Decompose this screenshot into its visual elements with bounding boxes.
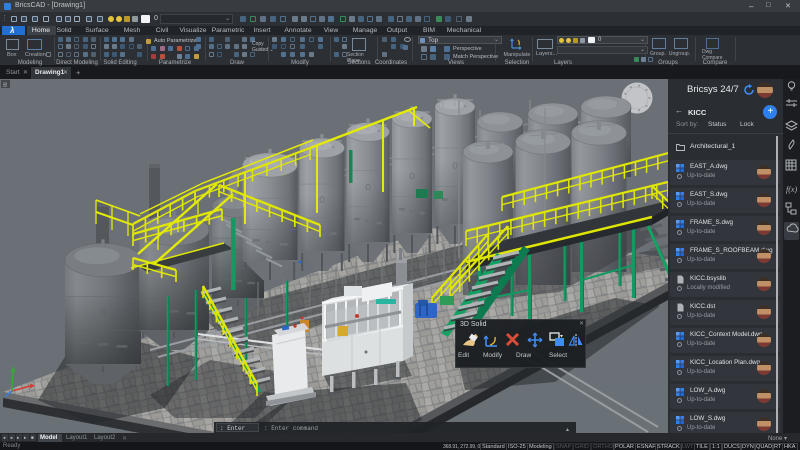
svg-text:⊞: ⊞ [3,83,8,89]
svg-text:: Enter: : Enter [220,425,246,432]
svg-text:f(x): f(x) [786,185,797,194]
svg-text:: Enter command: : Enter command [264,425,318,432]
